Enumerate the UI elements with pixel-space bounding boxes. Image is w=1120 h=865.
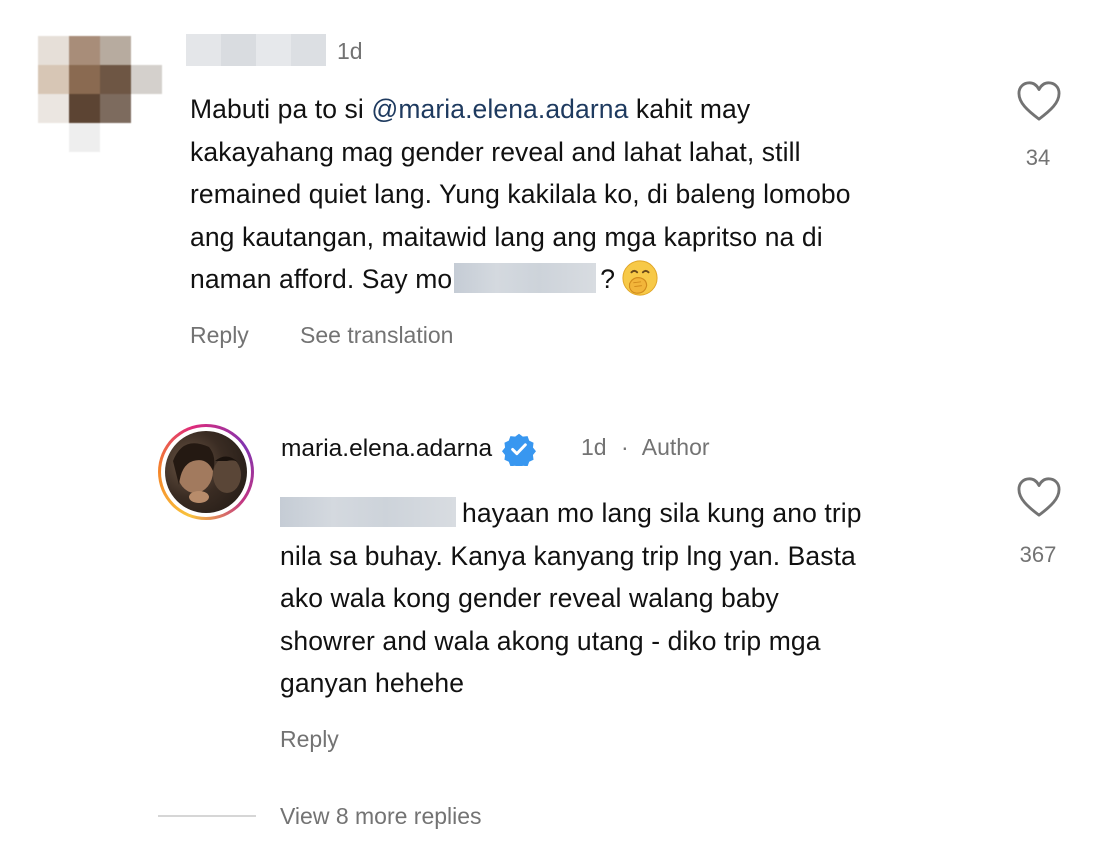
see-translation-button[interactable]: See translation bbox=[300, 322, 453, 349]
comment-line-3: remained quiet lang. Yung kakilala ko, d… bbox=[190, 179, 851, 209]
mention-link[interactable]: @maria.elena.adarna bbox=[371, 94, 628, 124]
author-avatar[interactable] bbox=[158, 424, 254, 520]
comment-line-4: ang kautangan, maitawid lang ang mga kap… bbox=[190, 221, 823, 252]
comment-text-line1-end: kahit may bbox=[628, 94, 751, 124]
reply-timestamp: 1d bbox=[581, 434, 607, 460]
comment-like-count: 34 bbox=[1025, 145, 1051, 170]
comment-heart-icon[interactable] bbox=[1016, 80, 1062, 122]
verified-badge-icon bbox=[502, 433, 537, 466]
reply-line-3: ako wala kong gender reveal walang baby bbox=[280, 583, 779, 613]
comment-reply-button[interactable]: Reply bbox=[190, 322, 249, 349]
reply-body: hayaan mo lang sila kung ano trip nila s… bbox=[280, 492, 980, 705]
reply-line1-text: hayaan mo lang sila kung ano trip bbox=[462, 498, 862, 528]
reply-reply-button[interactable]: Reply bbox=[280, 726, 339, 753]
reply-like-count: 367 bbox=[1019, 542, 1057, 567]
view-more-divider bbox=[158, 815, 256, 817]
comment-line-2: kakayahang mag gender reveal and lahat l… bbox=[190, 136, 801, 167]
comment-line5-start: naman afford. Say mo bbox=[190, 264, 453, 294]
reply-heart-icon[interactable] bbox=[1016, 476, 1062, 518]
redacted-reply-mention bbox=[280, 497, 456, 527]
comment-text-start: Mabuti pa to si bbox=[190, 94, 372, 124]
reply-meta: 1d · Author bbox=[581, 434, 710, 461]
author-username-row: maria.elena.adarna bbox=[281, 432, 537, 466]
author-username[interactable]: maria.elena.adarna bbox=[281, 435, 492, 463]
reply-line-2: nila sa buhay. Kanya kanyang trip lng ya… bbox=[280, 540, 856, 571]
comment-line-1: Mabuti pa to si @maria.elena.adarna kahi… bbox=[190, 88, 990, 131]
meta-separator: · bbox=[620, 434, 629, 460]
comment-line5-end: ? bbox=[600, 264, 616, 294]
reply-line-1: hayaan mo lang sila kung ano trip bbox=[280, 492, 980, 535]
view-more-replies-button[interactable]: View 8 more replies bbox=[280, 803, 482, 830]
reply-line-4: showrer and wala akong utang - diko trip… bbox=[280, 625, 821, 656]
comment-body: Mabuti pa to si @maria.elena.adarna kahi… bbox=[190, 88, 990, 301]
reply-line-5: ganyan hehehe bbox=[280, 668, 465, 698]
comment-timestamp: 1d bbox=[337, 38, 363, 64]
author-badge: Author bbox=[641, 434, 710, 460]
redacted-mention bbox=[454, 263, 597, 293]
face-with-hand-over-mouth-icon bbox=[622, 260, 658, 296]
comment-line-5: naman afford. Say mo? bbox=[190, 258, 990, 301]
commenter-username-redacted[interactable] bbox=[186, 34, 326, 66]
commenter-avatar[interactable] bbox=[38, 36, 162, 152]
